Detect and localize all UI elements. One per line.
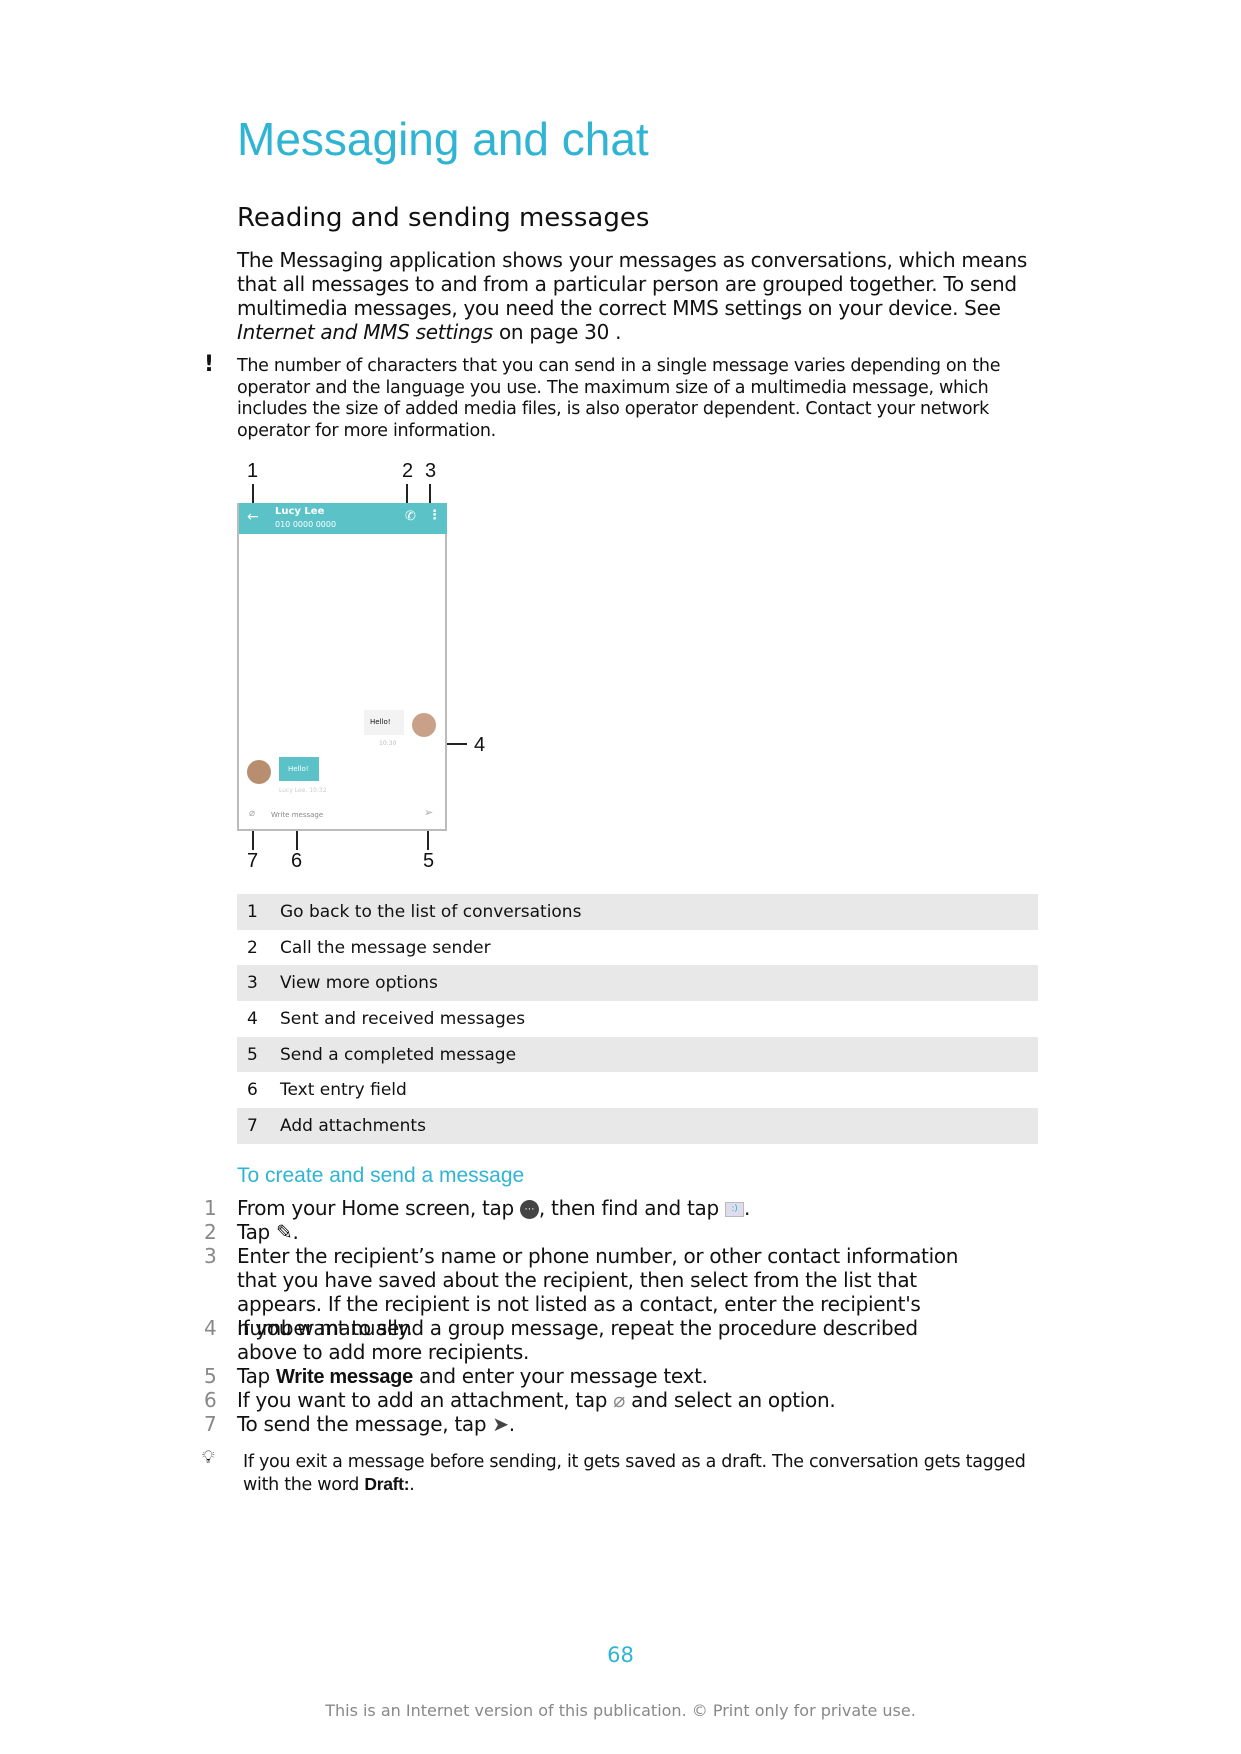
section-heading: Reading and sending messages [237, 203, 650, 233]
contact-name: Lucy Lee [275, 506, 325, 517]
phone-call-icon[interactable]: ✆ [405, 509, 416, 524]
exclamation-icon: ! [204, 352, 215, 377]
step-text: From your Home screen, tap [237, 1196, 520, 1220]
legend-text: Send a completed message [280, 1036, 1038, 1073]
legend-row: 6 Text entry field [237, 1072, 1038, 1108]
step-text: If you want to send a group message, rep… [237, 1316, 918, 1364]
legend-num: 5 [237, 1036, 280, 1073]
apps-icon: ⋯ [519, 1200, 539, 1219]
message-input[interactable]: Write message [271, 811, 323, 819]
legend-row: 7 Add attachments [237, 1108, 1038, 1144]
step-num: 4 [204, 1316, 217, 1340]
intro-paragraph: The Messaging application shows your mes… [237, 248, 1027, 344]
legend-num: 7 [237, 1108, 280, 1144]
step-text: . [508, 1412, 515, 1436]
page-number: 68 [607, 1643, 634, 1667]
received-meta: Lucy Lee, 10:32 [279, 787, 327, 794]
conversation-header: ← Lucy Lee 010 0000 0000 ✆ ⋮ [239, 503, 447, 534]
mms-settings-link[interactable]: Internet and MMS settings [237, 320, 493, 344]
avatar [412, 713, 436, 737]
tip-text: If you exit a message before sending, it… [243, 1452, 1043, 1496]
step-text: , then find and tap [538, 1196, 725, 1220]
footer-text: This is an Internet version of this publ… [325, 1701, 916, 1720]
procedure-heading: To create and send a message [237, 1164, 525, 1187]
tip-end: . [409, 1474, 415, 1495]
legend-text: View more options [280, 965, 1038, 1002]
send-icon: ➤ [492, 1412, 509, 1436]
step-text: . [292, 1220, 299, 1244]
phone-screenshot: ← Lucy Lee 010 0000 0000 ✆ ⋮ Hello! 10:3… [237, 503, 447, 831]
callout-4: 4 [474, 734, 486, 756]
step-num: 6 [204, 1388, 217, 1412]
legend-text: Call the message sender [280, 937, 491, 958]
step-text: and select an option. [625, 1388, 836, 1412]
page-title: Messaging and chat [237, 113, 649, 165]
avatar [247, 760, 271, 784]
legend-row: 5 Send a completed message [237, 1036, 1038, 1073]
callout-1: 1 [247, 460, 259, 482]
legend-row: 1 Go back to the list of conversations [237, 894, 1038, 930]
step-num: 5 [204, 1364, 217, 1388]
step-text: . [743, 1196, 751, 1220]
step-text: Tap [237, 1220, 277, 1244]
received-bubble: Hello! [279, 757, 319, 781]
legend-num: 1 [237, 894, 280, 930]
pencil-icon: ✎ [276, 1220, 293, 1244]
legend-text: Add attachments [280, 1108, 1038, 1144]
callout-5: 5 [423, 850, 435, 872]
legend-row: 4 Sent and received messages [237, 1001, 1038, 1037]
step-num: 1 [204, 1196, 217, 1220]
contact-number: 010 0000 0000 [275, 520, 337, 529]
send-icon[interactable]: ➢ [424, 806, 433, 819]
paperclip-icon: ⌀ [613, 1388, 626, 1412]
legend-num: 4 [247, 1008, 258, 1029]
legend-table: 1 Go back to the list of conversations 2 C… [237, 894, 1038, 1144]
step-bold: Write message [276, 1366, 413, 1388]
step-num: 3 [204, 1244, 217, 1268]
step-text: To send the message, tap [237, 1412, 493, 1436]
step-num: 2 [204, 1220, 217, 1244]
step-text: and enter your message text. [412, 1364, 708, 1388]
legend-num: 3 [237, 965, 280, 1002]
attachment-icon[interactable]: ⌀ [249, 808, 255, 819]
sent-meta: 10:30 [379, 740, 397, 747]
step-text: If you want to add an attachment, tap [237, 1388, 614, 1412]
legend-row: 3 View more options [237, 965, 1038, 1002]
legend-text: Text entry field [280, 1080, 407, 1101]
intro-tail: on page 30 . [492, 320, 622, 344]
callout-6: 6 [291, 850, 303, 872]
legend-text: Go back to the list of conversations [280, 894, 1038, 930]
legend-row: 2 Call the message sender [237, 930, 1038, 966]
messaging-app-icon: :) [724, 1202, 744, 1217]
back-arrow-icon[interactable]: ← [247, 509, 259, 525]
more-options-icon[interactable]: ⋮ [428, 508, 441, 523]
callout-2: 2 [402, 460, 414, 482]
legend-num: 2 [247, 937, 258, 958]
callout-3: 3 [425, 460, 437, 482]
tip-lightbulb-icon: 💡︎ [202, 1447, 215, 1468]
legend-num: 6 [247, 1080, 258, 1101]
step-text: Tap [237, 1364, 277, 1388]
callout-7: 7 [247, 850, 259, 872]
tip-body: If you exit a message before sending, it… [243, 1452, 1026, 1495]
note-text: The number of characters that you can se… [237, 356, 1001, 441]
intro-text: The Messaging application shows your mes… [237, 248, 1028, 320]
sent-bubble: Hello! [364, 710, 404, 735]
step-num: 7 [204, 1412, 217, 1436]
legend-text: Sent and received messages [280, 1008, 526, 1029]
tip-bold: Draft: [364, 1473, 410, 1494]
